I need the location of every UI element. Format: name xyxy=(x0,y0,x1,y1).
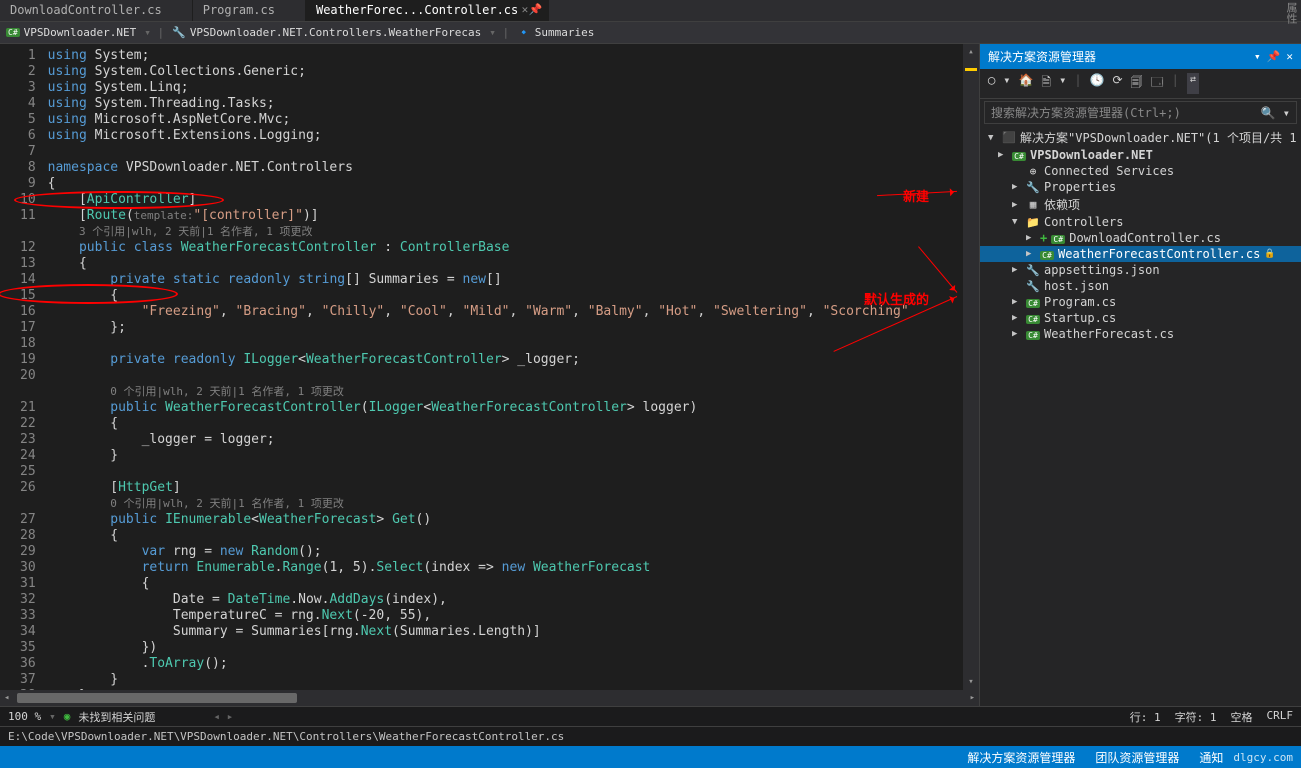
nav-sep: ▾ | xyxy=(144,26,164,39)
editor-tab[interactable]: DownloadController.cs xyxy=(0,0,193,21)
namespace-crumb[interactable]: 🔧 VPSDownloader.NET.Controllers.WeatherF… xyxy=(172,26,481,39)
horizontal-scrollbar[interactable]: ◂ ▸ xyxy=(0,690,979,706)
tree-item[interactable]: 🔧host.json xyxy=(980,278,1301,294)
solution-icon: ⬛ xyxy=(1002,131,1016,144)
bottom-tab-team[interactable]: 团队资源管理器 xyxy=(1085,749,1189,766)
view-mode-icon[interactable]: ⇄ xyxy=(1187,73,1199,94)
solution-tree[interactable]: ▼ ⬛ 解决方案"VPSDownloader.NET"(1 个项目/共 1 ▶C… xyxy=(980,126,1301,706)
editor-tab[interactable]: WeatherForec...Controller.cs📌✕ xyxy=(306,0,549,21)
bottom-tab-notify[interactable]: 通知 xyxy=(1189,749,1233,766)
tree-item[interactable]: ▶C#WeatherForecast.cs xyxy=(980,326,1301,342)
code-editor[interactable]: 1 2 3 4 5 6 7 8 9 10 11 12 13 14 15 16 1… xyxy=(0,44,979,690)
bottom-tab-bar: 解决方案资源管理器 团队资源管理器 通知 dlgcy.com xyxy=(0,746,1301,768)
panel-title-bar: 解决方案资源管理器 ▾ 📌 ✕ xyxy=(980,44,1301,69)
zoom-level[interactable]: 100 % xyxy=(8,710,41,723)
tree-item[interactable]: ▶C#Program.cs xyxy=(980,294,1301,310)
file-path-bar: E:\Code\VPSDownloader.NET\VPSDownloader.… xyxy=(0,726,1301,746)
tree-item[interactable]: ▶▦依赖项 xyxy=(980,195,1301,214)
line-label: 行: 1 xyxy=(1130,709,1161,725)
search-icon[interactable]: 🔍 ▾ xyxy=(1261,106,1290,120)
save-all-icon[interactable]: 🗎 xyxy=(1041,73,1051,94)
tree-item[interactable]: ▶+ C#DownloadController.cs xyxy=(980,230,1301,246)
issues-text[interactable]: 未找到相关问题 xyxy=(78,709,155,725)
search-placeholder: 搜索解决方案资源管理器(Ctrl+;) xyxy=(991,104,1181,121)
tab-bar: DownloadController.csProgram.csWeatherFo… xyxy=(0,0,1301,22)
close-icon[interactable]: ✕ xyxy=(1286,50,1293,63)
panel-toolbar: ◯ ▾ 🏠 🗎 ▾ | 🕓 ⟳ 🗐 🗔 | ⇄ xyxy=(980,69,1301,99)
close-icon[interactable]: ✕ xyxy=(522,3,529,16)
tree-item[interactable]: ⊕Connected Services xyxy=(980,163,1301,179)
scroll-down-icon[interactable]: ▾ xyxy=(963,674,979,690)
watermark: dlgcy.com xyxy=(1233,751,1293,764)
issues-ok-icon: ◉ xyxy=(64,710,71,723)
tree-item[interactable]: ▶🔧Properties xyxy=(980,179,1301,195)
tree-item[interactable]: ▶C#VPSDownloader.NET xyxy=(980,147,1301,163)
pin-icon[interactable]: 📌 xyxy=(529,3,543,16)
col-label: 字符: 1 xyxy=(1175,709,1217,725)
pin-icon[interactable]: 📌 xyxy=(1267,50,1281,63)
project-crumb[interactable]: C# VPSDownloader.NET xyxy=(6,26,136,39)
hscroll-thumb[interactable] xyxy=(17,693,297,703)
tree-item[interactable]: ▶🔧appsettings.json xyxy=(980,262,1301,278)
scroll-up-icon[interactable]: ▴ xyxy=(963,44,979,60)
indent-mode[interactable]: 空格 xyxy=(1231,709,1253,725)
nav-sep: ▾ | xyxy=(489,26,509,39)
solution-explorer: 解决方案资源管理器 ▾ 📌 ✕ ◯ ▾ 🏠 🗎 ▾ | 🕓 ⟳ 🗐 🗔 | xyxy=(979,44,1301,706)
fwd-icon[interactable]: ▾ xyxy=(1003,73,1010,94)
editor-status-bar: 100 % ▾ ◉ 未找到相关问题 ◂ ▸ 行: 1 字符: 1 空格 CRLF xyxy=(0,706,1301,726)
show-all-icon[interactable]: 🗐 xyxy=(1131,73,1143,94)
solution-search[interactable]: 搜索解决方案资源管理器(Ctrl+;) 🔍 ▾ xyxy=(984,101,1297,124)
solution-root[interactable]: ▼ ⬛ 解决方案"VPSDownloader.NET"(1 个项目/共 1 xyxy=(980,128,1301,147)
line-ending[interactable]: CRLF xyxy=(1267,709,1294,725)
dropdown-icon[interactable]: ▾ xyxy=(1254,50,1261,63)
code-content[interactable]: using System; using System.Collections.G… xyxy=(48,44,963,690)
tree-item[interactable]: ▶C#WeatherForecastController.cs 🔒 xyxy=(980,246,1301,262)
tree-item[interactable]: ▶C#Startup.cs xyxy=(980,310,1301,326)
collapse-icon[interactable]: ▾ xyxy=(1059,73,1066,94)
editor-tab[interactable]: Program.cs xyxy=(193,0,306,21)
home-icon[interactable]: 🏠 xyxy=(1018,73,1033,94)
back-icon[interactable]: ◯ xyxy=(988,73,995,94)
tree-item[interactable]: ▼📁Controllers xyxy=(980,214,1301,230)
vertical-scrollbar[interactable]: ▴ ▾ xyxy=(963,44,979,690)
line-gutter: 1 2 3 4 5 6 7 8 9 10 11 12 13 14 15 16 1… xyxy=(0,44,48,690)
breadcrumb-bar: C# VPSDownloader.NET ▾ | 🔧 VPSDownloader… xyxy=(0,22,1301,44)
member-crumb[interactable]: 🔹 Summaries xyxy=(517,26,594,39)
properties-icon[interactable]: 🗔 xyxy=(1151,73,1164,94)
lock-icon: 🔒 xyxy=(1264,249,1275,259)
right-edge-label: 属性 xyxy=(1281,0,1301,26)
bottom-tab-solution[interactable]: 解决方案资源管理器 xyxy=(957,749,1085,766)
refresh-icon[interactable]: ⟳ xyxy=(1113,73,1123,94)
panel-title-text: 解决方案资源管理器 xyxy=(988,48,1096,65)
warning-marker xyxy=(965,68,977,71)
sync-icon[interactable]: 🕓 xyxy=(1090,73,1105,94)
